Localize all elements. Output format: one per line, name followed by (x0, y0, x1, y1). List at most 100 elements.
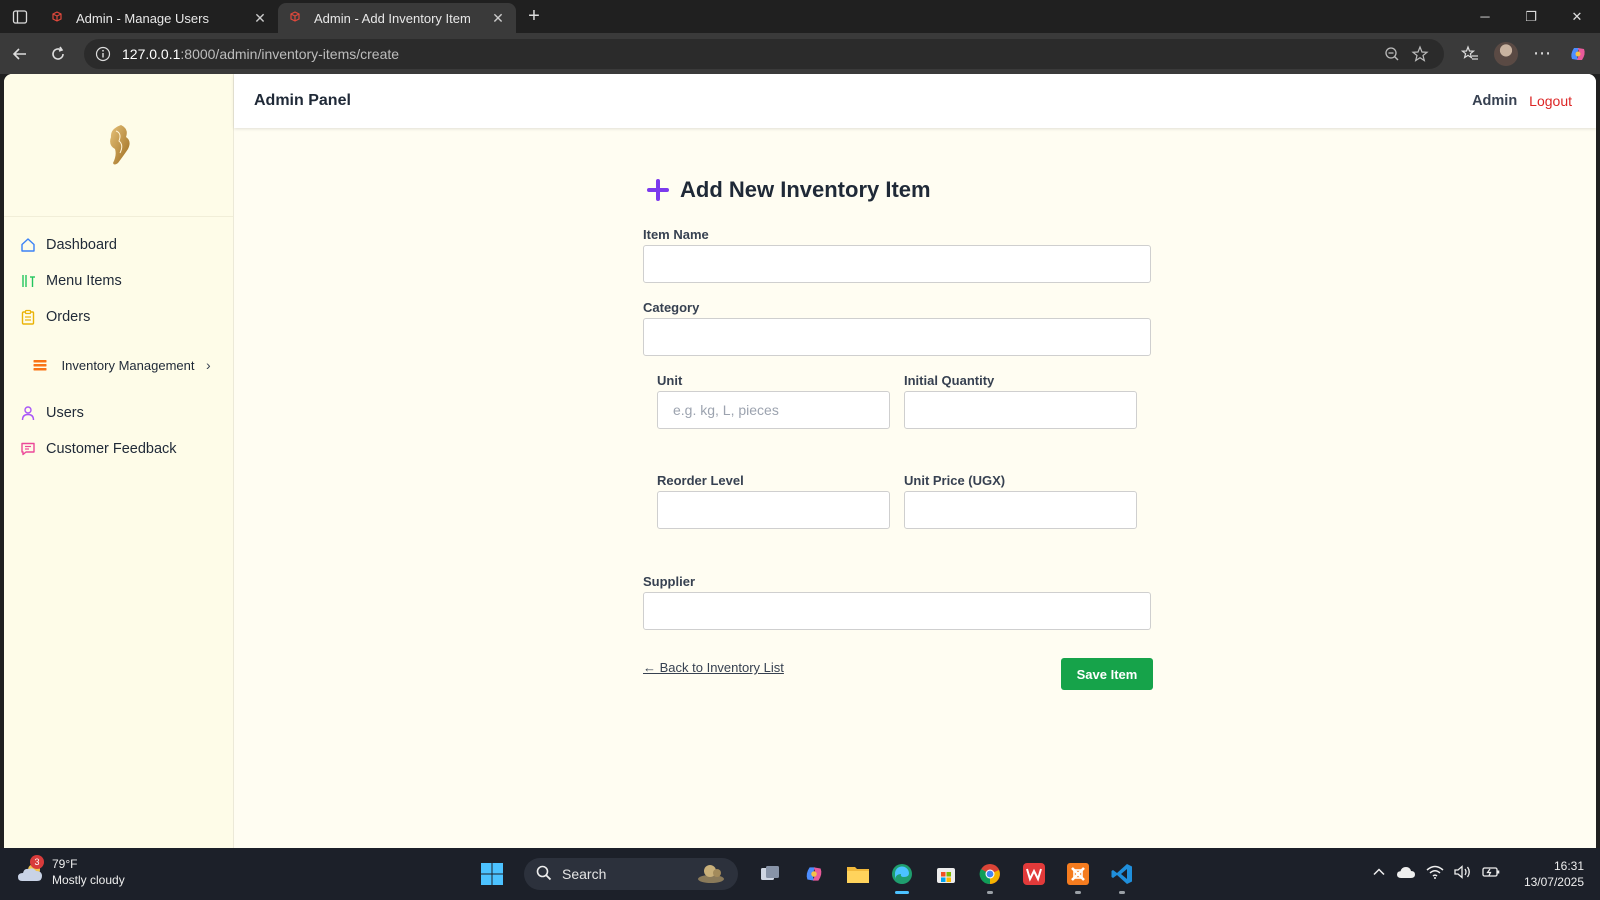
xampp-icon[interactable] (1060, 854, 1096, 894)
chrome-browser-icon[interactable] (972, 854, 1008, 894)
page-viewport: Dashboard Menu Items Orders Inventory Ma… (4, 74, 1596, 848)
tab-title: Admin - Add Inventory Item (314, 10, 471, 26)
category-group: Category (643, 300, 1151, 356)
category-input[interactable] (643, 318, 1151, 356)
url-text: 127.0.0.1:8000/admin/inventory-items/cre… (122, 45, 400, 62)
copilot-taskbar-icon[interactable] (796, 854, 832, 894)
volume-icon[interactable] (1454, 864, 1472, 884)
form-heading: Add New Inventory Item (646, 174, 931, 206)
sidebar-item-orders[interactable]: Orders (4, 299, 233, 335)
windows-start-icon[interactable] (474, 854, 510, 894)
browser-address-bar: 127.0.0.1:8000/admin/inventory-items/cre… (0, 33, 1600, 74)
initial-quantity-label: Initial Quantity (904, 373, 995, 388)
current-user-name: Admin (1472, 93, 1518, 109)
unit-group: Unit (657, 373, 890, 429)
page-header: Admin Panel Admin Logout (234, 74, 1596, 128)
restore-icon[interactable]: ❐ (1508, 0, 1554, 33)
message-icon (20, 441, 36, 457)
more-options-icon[interactable]: ⋯ (1524, 43, 1560, 64)
item-name-input[interactable] (643, 245, 1151, 283)
close-tab-icon[interactable]: ✕ (252, 10, 268, 27)
category-label: Category (643, 300, 700, 315)
item-name-label: Item Name (643, 227, 709, 242)
taskbar-apps: Search (474, 854, 1140, 894)
tab-actions-icon[interactable] (0, 0, 40, 33)
reorder-level-group: Reorder Level (657, 473, 890, 529)
search-label: Search (562, 866, 607, 882)
unit-label: Unit (657, 373, 683, 388)
url-field[interactable]: 127.0.0.1:8000/admin/inventory-items/cre… (84, 38, 1444, 69)
laravel-favicon-icon (50, 10, 66, 26)
browser-tab-manage-users[interactable]: Admin - Manage Users ✕ (40, 3, 278, 33)
browser-tab-add-inventory[interactable]: Admin - Add Inventory Item ✕ (278, 3, 516, 33)
site-info-icon[interactable] (94, 45, 112, 63)
sidebar-item-label: Menu Items (46, 273, 122, 289)
sidebar-nav: Dashboard Menu Items Orders Inventory Ma… (4, 217, 233, 467)
system-clock[interactable]: 16:31 13/07/2025 (1524, 858, 1584, 890)
edge-browser-icon[interactable] (884, 854, 920, 894)
back-icon[interactable] (2, 36, 38, 72)
item-name-group: Item Name (643, 227, 1151, 283)
task-view-icon[interactable] (752, 854, 788, 894)
user-icon (20, 405, 36, 421)
back-to-inventory-link[interactable]: ← Back to Inventory List (643, 660, 784, 675)
wifi-icon[interactable] (1426, 865, 1444, 884)
profile-avatar[interactable] (1488, 41, 1524, 66)
refresh-icon[interactable] (40, 36, 76, 72)
page-title: Add New Inventory Item (680, 177, 931, 202)
initial-quantity-input[interactable] (904, 391, 1137, 429)
sidebar-item-dashboard[interactable]: Dashboard (4, 227, 233, 263)
chevron-right-icon[interactable]: › (206, 357, 211, 373)
sidebar-item-users[interactable]: Users (4, 395, 233, 431)
logo-area (4, 74, 233, 217)
minimize-icon[interactable]: ─ (1462, 0, 1508, 33)
wps-office-icon[interactable] (1016, 854, 1052, 894)
brand-logo-icon (109, 125, 130, 165)
unit-price-input[interactable] (904, 491, 1137, 529)
save-item-button[interactable]: Save Item (1061, 658, 1153, 690)
vscode-icon[interactable] (1104, 854, 1140, 894)
new-tab-button[interactable]: + (516, 2, 552, 32)
chevron-up-icon[interactable] (1372, 865, 1386, 884)
logout-link[interactable]: Logout (1529, 93, 1572, 109)
taskbar-search[interactable]: Search (524, 858, 738, 890)
close-tab-icon[interactable]: ✕ (490, 10, 506, 27)
initial-quantity-group: Initial Quantity (904, 373, 1137, 429)
copilot-icon[interactable] (1560, 44, 1596, 64)
favorites-icon[interactable] (1452, 44, 1488, 63)
weather-desc: Mostly cloudy (52, 873, 125, 887)
sidebar-item-inventory-management[interactable]: Inventory Management › (4, 335, 233, 395)
reorder-level-label: Reorder Level (657, 473, 744, 488)
microsoft-store-icon[interactable] (928, 854, 964, 894)
supplier-label: Supplier (643, 574, 696, 589)
clock-time: 16:31 (1553, 859, 1584, 873)
admin-panel-title: Admin Panel (254, 92, 351, 109)
search-highlight-icon (696, 862, 726, 887)
onedrive-cloud-icon[interactable] (1396, 865, 1416, 884)
sidebar-item-label: Orders (46, 309, 91, 325)
sidebar-item-customer-feedback[interactable]: Customer Feedback (4, 431, 233, 467)
windows-taskbar: 3 79°F Mostly cloudy Search 16:31 13/07/… (0, 848, 1600, 900)
supplier-input[interactable] (643, 592, 1151, 630)
clock-date: 13/07/2025 (1523, 875, 1584, 889)
cloud-weather-icon: 3 (16, 855, 46, 885)
zoom-icon[interactable] (1378, 46, 1406, 62)
weather-widget[interactable]: 3 79°F Mostly cloudy (16, 855, 125, 888)
weather-temp: 79°F (52, 857, 78, 871)
search-icon (536, 865, 552, 884)
system-tray: 16:31 13/07/2025 (1372, 848, 1584, 900)
window-controls: ─ ❐ ✕ (1462, 0, 1600, 33)
battery-icon[interactable] (1482, 865, 1500, 884)
file-explorer-icon[interactable] (840, 854, 876, 894)
sidebar-item-label: Dashboard (46, 237, 117, 253)
utensils-icon (20, 273, 36, 289)
reorder-level-input[interactable] (657, 491, 890, 529)
close-window-icon[interactable]: ✕ (1554, 0, 1600, 33)
sidebar: Dashboard Menu Items Orders Inventory Ma… (4, 74, 234, 848)
layers-icon (32, 357, 48, 373)
favorite-star-icon[interactable] (1406, 44, 1434, 63)
sidebar-item-menu-items[interactable]: Menu Items (4, 263, 233, 299)
unit-input[interactable] (657, 391, 890, 429)
weather-badge: 3 (30, 855, 44, 869)
supplier-group: Supplier (643, 574, 1151, 630)
